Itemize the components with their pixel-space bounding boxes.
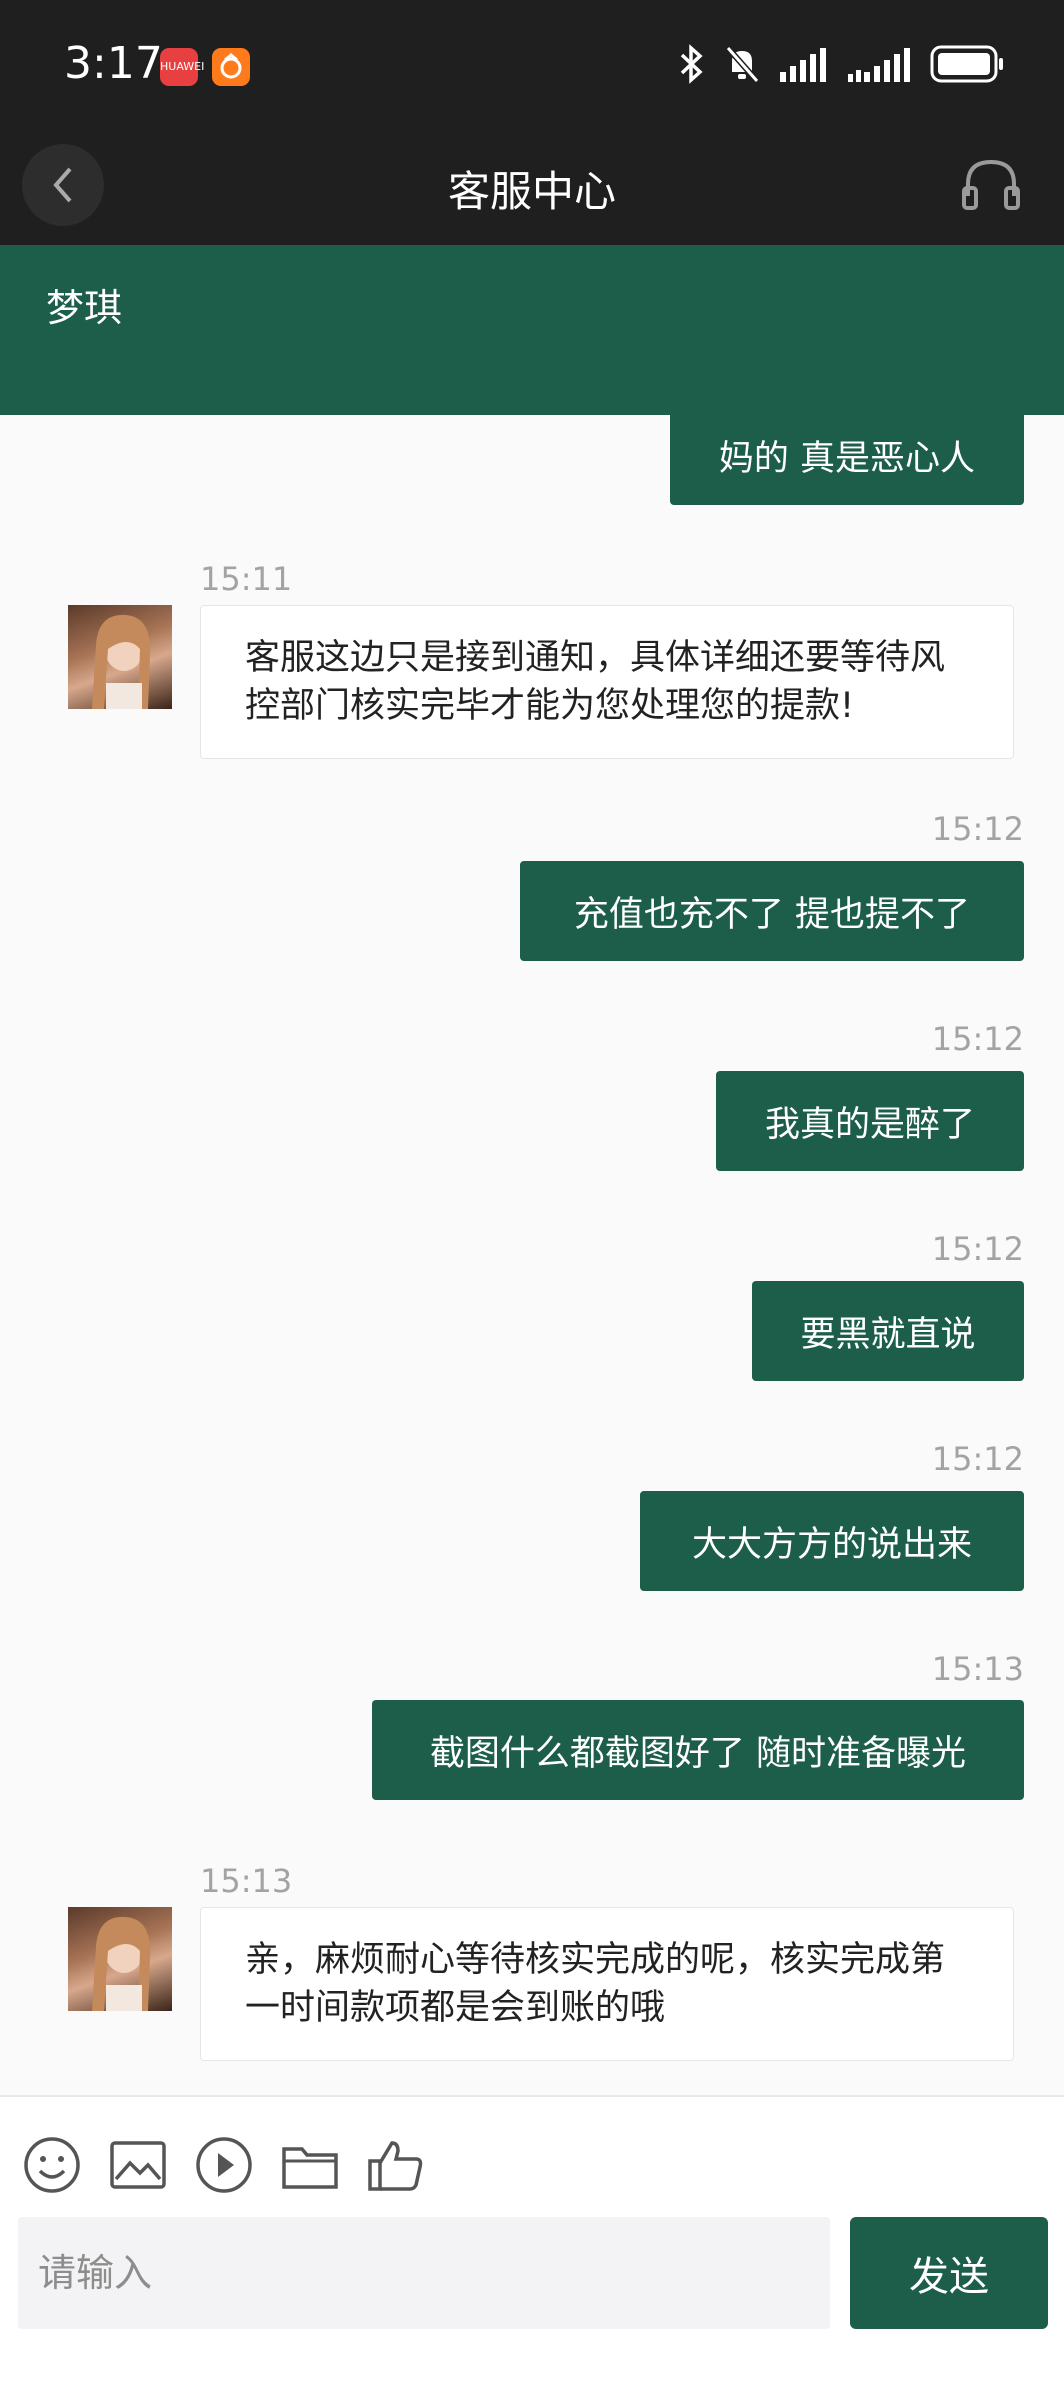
chat-list[interactable]: 妈的 真是恶心人 15:11 客服这边只是接到通知，具体详细还要等待风控部门核实… — [0, 415, 1064, 2095]
image-icon — [110, 2141, 166, 2189]
message-timestamp: 15:13 — [200, 1862, 293, 1900]
huawei-app-icon: HUAWEI — [160, 48, 204, 86]
video-button[interactable] — [194, 2135, 254, 2195]
agent-banner: 梦琪 — [0, 245, 1064, 415]
send-button[interactable]: 发送 — [850, 2217, 1048, 2329]
message-timestamp: 15:12 — [931, 1230, 1024, 1268]
outgoing-message: 截图什么都截图好了 随时准备曝光 — [372, 1700, 1024, 1800]
image-button[interactable] — [108, 2135, 168, 2195]
message-timestamp: 15:12 — [931, 810, 1024, 848]
outgoing-message: 大大方方的说出来 — [640, 1491, 1024, 1591]
outgoing-message: 我真的是醉了 — [716, 1071, 1024, 1171]
agent-name: 梦琪 — [46, 286, 123, 330]
page-title: 客服中心 — [447, 167, 616, 216]
battery-icon — [930, 45, 1003, 83]
bluetooth-icon — [680, 44, 703, 84]
composer: 发送 — [0, 2097, 1064, 2400]
headset-button[interactable] — [958, 152, 1024, 218]
signal-icon-2 — [848, 48, 910, 82]
emoji-button[interactable] — [22, 2135, 82, 2195]
file-button[interactable] — [280, 2135, 340, 2195]
signal-icon — [780, 48, 826, 82]
notification-app-icon — [212, 48, 250, 86]
incoming-message: 客服这边只是接到通知，具体详细还要等待风控部门核实完毕才能为您处理您的提款! — [200, 605, 1014, 759]
app-header: 客服中心 — [0, 130, 1064, 245]
status-time: 3:17 — [64, 38, 163, 89]
play-icon — [196, 2137, 252, 2193]
message-timestamp: 15:11 — [200, 560, 293, 598]
outgoing-message: 充值也充不了 提也提不了 — [520, 861, 1024, 961]
incoming-message: 亲，麻烦耐心等待核实完成的呢，核实完成第一时间款项都是会到账的哦 — [200, 1907, 1014, 2061]
message-timestamp: 15:12 — [931, 1440, 1024, 1478]
mute-bell-icon — [725, 46, 760, 83]
headset-icon — [962, 159, 1020, 210]
agent-avatar — [68, 605, 172, 709]
status-bar: 3:17 HUAWEI — [0, 0, 1064, 130]
agent-avatar — [68, 1907, 172, 2011]
thumbs-up-icon — [368, 2141, 423, 2191]
message-input[interactable] — [18, 2217, 830, 2329]
status-icons — [678, 44, 1006, 84]
folder-icon — [282, 2147, 338, 2189]
outgoing-message: 要黑就直说 — [752, 1281, 1024, 1381]
outgoing-message: 妈的 真是恶心人 — [670, 415, 1024, 505]
message-timestamp: 15:12 — [931, 1020, 1024, 1058]
emoji-icon — [24, 2137, 80, 2193]
rate-button[interactable] — [366, 2135, 426, 2195]
message-timestamp: 15:13 — [931, 1650, 1024, 1688]
